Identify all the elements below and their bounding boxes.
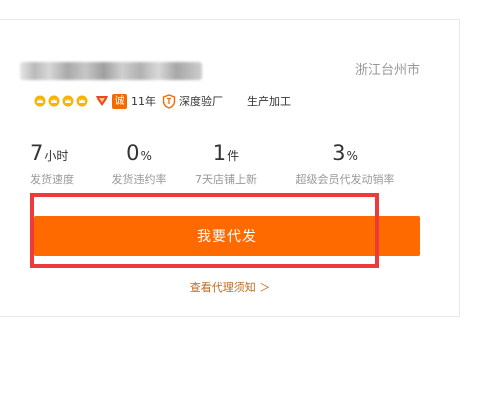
business-type-label: 生产加工: [247, 95, 291, 108]
cheng-trust-icon: 诚: [112, 93, 127, 109]
supplier-name-redacted[interactable]: [20, 62, 202, 80]
stat-unit: 小时: [44, 149, 69, 163]
gold-supplier-icon: [96, 96, 108, 106]
stat-value: 0: [126, 141, 140, 165]
stat-shipping-speed: 7小时 发货速度: [30, 141, 74, 187]
stat-label: 超级会员代发动销率: [295, 173, 395, 186]
verified-factory-label: 深度验厂: [179, 95, 223, 108]
years-badge: 11年: [131, 95, 156, 108]
supplier-header: 浙江台州市: [20, 62, 420, 80]
crown-icon: [62, 95, 74, 107]
stats-row: 7小时 发货速度 0% 发货违约率 1件 7天店铺上新 3% 超级会员代发动销率: [0, 141, 460, 187]
stat-unit: 件: [227, 149, 240, 163]
shield-icon: [162, 93, 176, 109]
crown-icon: [34, 95, 46, 107]
dropship-button[interactable]: 我要代发: [34, 216, 420, 256]
stat-label: 7天店铺上新: [195, 173, 257, 186]
stat-label: 发货违约率: [111, 173, 167, 186]
stat-default-rate: 0% 发货违约率: [108, 141, 170, 187]
stat-value: 1: [212, 141, 227, 165]
supplier-location: 浙江台州市: [354, 63, 420, 78]
stat-unit: %: [140, 149, 152, 163]
stat-value: 3: [332, 141, 346, 165]
stat-dropship-rate: 3% 超级会员代发动销率: [289, 141, 401, 187]
stat-unit: %: [346, 149, 358, 163]
stat-new-products: 1件 7天店铺上新: [190, 141, 262, 187]
agent-notice-link[interactable]: 查看代理须知 ＞: [0, 279, 460, 295]
stat-label: 发货速度: [30, 173, 74, 186]
crown-icon: [76, 95, 88, 107]
stat-value: 7: [30, 141, 44, 165]
crown-icon: [48, 95, 60, 107]
supplier-badges: 诚 11年 深度验厂 生产加工: [34, 93, 291, 109]
